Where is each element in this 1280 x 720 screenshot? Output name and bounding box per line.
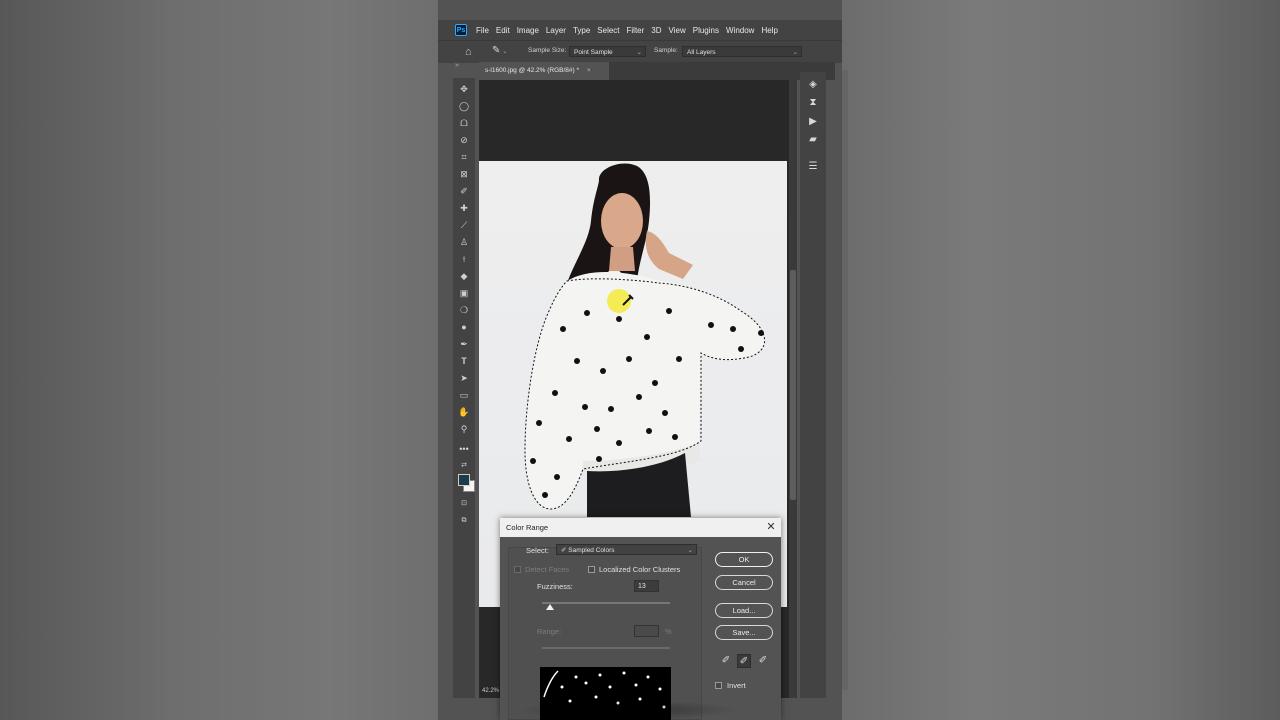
marquee-icon[interactable]: ◯ (453, 99, 475, 113)
history-icon[interactable]: ⧗ (806, 96, 820, 110)
menu-file[interactable]: File (476, 26, 489, 35)
photoshop-window: Ps File Edit Image Layer Type Select Fil… (438, 0, 842, 720)
screen-mode-icon[interactable]: ⧉ (453, 514, 475, 528)
sample-value: All Layers (687, 49, 716, 56)
more-tools-icon[interactable]: ••• (453, 442, 475, 456)
menu-plugins[interactable]: Plugins (693, 26, 719, 35)
quick-selection-icon[interactable]: ⊘ (453, 133, 475, 147)
menu-layer[interactable]: Layer (546, 26, 566, 35)
close-tab-icon[interactable]: × (587, 67, 591, 74)
menu-edit[interactable]: Edit (496, 26, 510, 35)
fuzziness-input[interactable]: 13 (634, 580, 659, 592)
select-dropdown[interactable]: ✐ Sampled Colors ⌄ (556, 544, 697, 555)
select-value: Sampled Colors (568, 547, 615, 554)
path-selection-icon[interactable]: ➤ (453, 371, 475, 385)
sample-select[interactable]: All Layers ⌄ (682, 46, 802, 57)
range-unit: % (665, 627, 672, 636)
select-label: Select: (526, 546, 549, 555)
pen-icon[interactable]: ✒ (453, 337, 475, 351)
chevron-down-icon: ⌄ (687, 547, 693, 554)
ps-logo: Ps (455, 24, 467, 36)
crop-icon[interactable]: ⌗ (453, 150, 475, 164)
eraser-icon[interactable]: ◆ (453, 269, 475, 283)
menu-help[interactable]: Help (761, 26, 777, 35)
menu-filter[interactable]: Filter (627, 26, 645, 35)
layers-icon[interactable]: ◈ (806, 78, 820, 92)
play-icon[interactable]: ▶ (806, 115, 820, 129)
range-slider-track[interactable] (542, 647, 670, 649)
comment-icon[interactable]: ▰ (806, 133, 820, 147)
menu-type[interactable]: Type (573, 26, 590, 35)
foreground-color-swatch[interactable] (458, 474, 470, 486)
lasso-icon[interactable]: ᗝ (453, 116, 475, 130)
hand-icon[interactable]: ✋ (453, 405, 475, 419)
menu-view[interactable]: View (669, 26, 686, 35)
eyedropper-preset-icon[interactable]: ✎ ⌄ (492, 45, 508, 59)
zoom-icon[interactable]: ⚲ (453, 422, 475, 436)
dodge-icon[interactable]: ● (453, 320, 475, 334)
detect-faces-checkbox[interactable] (514, 566, 521, 573)
save-button[interactable]: Save... (715, 625, 773, 640)
menu-items: File Edit Image Layer Type Select Filter… (476, 20, 778, 40)
vertical-scrollbar[interactable] (789, 80, 797, 698)
detect-faces-label: Detect Faces (525, 565, 570, 574)
invert-label: Invert (727, 681, 746, 690)
quick-mask-icon[interactable]: ⊡ (453, 497, 475, 511)
range-label: Range: (537, 627, 562, 636)
cancel-button[interactable]: Cancel (715, 575, 773, 590)
toolbar: ✥ ◯ ᗝ ⊘ ⌗ ⊠ ✐ ✚ ⟋ ♙ ⟊ ◆ ▣ ❍ ● ✒ T ➤ ▭ ✋ … (453, 78, 475, 698)
eyedropper-icon[interactable]: ✐ (453, 184, 475, 198)
range-input[interactable] (634, 625, 659, 637)
document-tab[interactable]: s-l1600.jpg @ 42.2% (RGB/8#) * × (479, 62, 609, 80)
swap-colors-icon[interactable]: ⇄ (453, 459, 475, 473)
menu-bar: Ps File Edit Image Layer Type Select Fil… (438, 20, 842, 40)
move-icon[interactable]: ✥ (453, 82, 475, 96)
menu-window[interactable]: Window (726, 26, 754, 35)
gradient-icon[interactable]: ▣ (453, 286, 475, 300)
chevron-down-icon: ⌄ (792, 49, 798, 56)
sample-size-select[interactable]: Point Sample ⌄ (569, 46, 646, 57)
home-icon[interactable]: ⌂ (465, 47, 475, 58)
menu-image[interactable]: Image (517, 26, 539, 35)
sample-label: Sample: (654, 47, 678, 54)
scrollbar-thumb[interactable] (790, 270, 796, 500)
options-bar: ⌂ ✎ ⌄ Sample Size: Point Sample ⌄ Sample:… (438, 40, 842, 63)
blurred-background-left (0, 0, 438, 720)
healing-brush-icon[interactable]: ✚ (453, 201, 475, 215)
localized-clusters-label: Localized Color Clusters (599, 565, 681, 574)
blurred-background-right (824, 0, 1280, 720)
ok-button[interactable]: OK (715, 552, 773, 567)
color-range-dialog: Color Range ✕ Select: ✐ Sampled Colors ⌄… (500, 518, 781, 720)
invert-checkbox[interactable] (715, 682, 722, 689)
menu-select[interactable]: Select (597, 26, 619, 35)
document-tab-title: s-l1600.jpg @ 42.2% (RGB/8#) * (485, 67, 580, 74)
chevron-down-icon: ⌄ (636, 49, 642, 56)
bottom-shadow (518, 700, 738, 720)
blur-icon[interactable]: ❍ (453, 303, 475, 317)
fuzziness-slider-knob[interactable] (545, 604, 554, 610)
collapse-toolbar-icon[interactable]: » (455, 62, 459, 69)
menu-3d[interactable]: 3D (651, 26, 661, 35)
eyedropper-icon[interactable]: ✐ (719, 654, 733, 668)
clone-stamp-icon[interactable]: ♙ (453, 235, 475, 249)
close-icon[interactable]: ✕ (764, 518, 778, 537)
sample-size-value: Point Sample (574, 49, 613, 56)
localized-clusters-checkbox[interactable] (588, 566, 595, 573)
dialog-title: Color Range (500, 518, 781, 537)
eyedropper-minus-icon[interactable]: ✐ (756, 654, 770, 668)
right-panel-dock: ◈ ⧗ ▶ ▰ ☰ (800, 72, 826, 698)
load-button[interactable]: Load... (715, 603, 773, 618)
adjustments-icon[interactable]: ☰ (806, 160, 820, 174)
fuzziness-slider-track[interactable] (542, 602, 670, 604)
eyedropper-plus-icon[interactable]: ✐ (737, 654, 751, 668)
sample-size-label: Sample Size: (528, 47, 567, 54)
brush-icon[interactable]: ⟋ (453, 218, 475, 232)
frame-icon[interactable]: ⊠ (453, 167, 475, 181)
document-tab-bar: s-l1600.jpg @ 42.2% (RGB/8#) * × (479, 62, 835, 80)
rectangle-icon[interactable]: ▭ (453, 388, 475, 402)
type-icon[interactable]: T (453, 354, 475, 368)
fuzziness-label: Fuzziness: (537, 582, 573, 591)
history-brush-icon[interactable]: ⟊ (453, 252, 475, 266)
